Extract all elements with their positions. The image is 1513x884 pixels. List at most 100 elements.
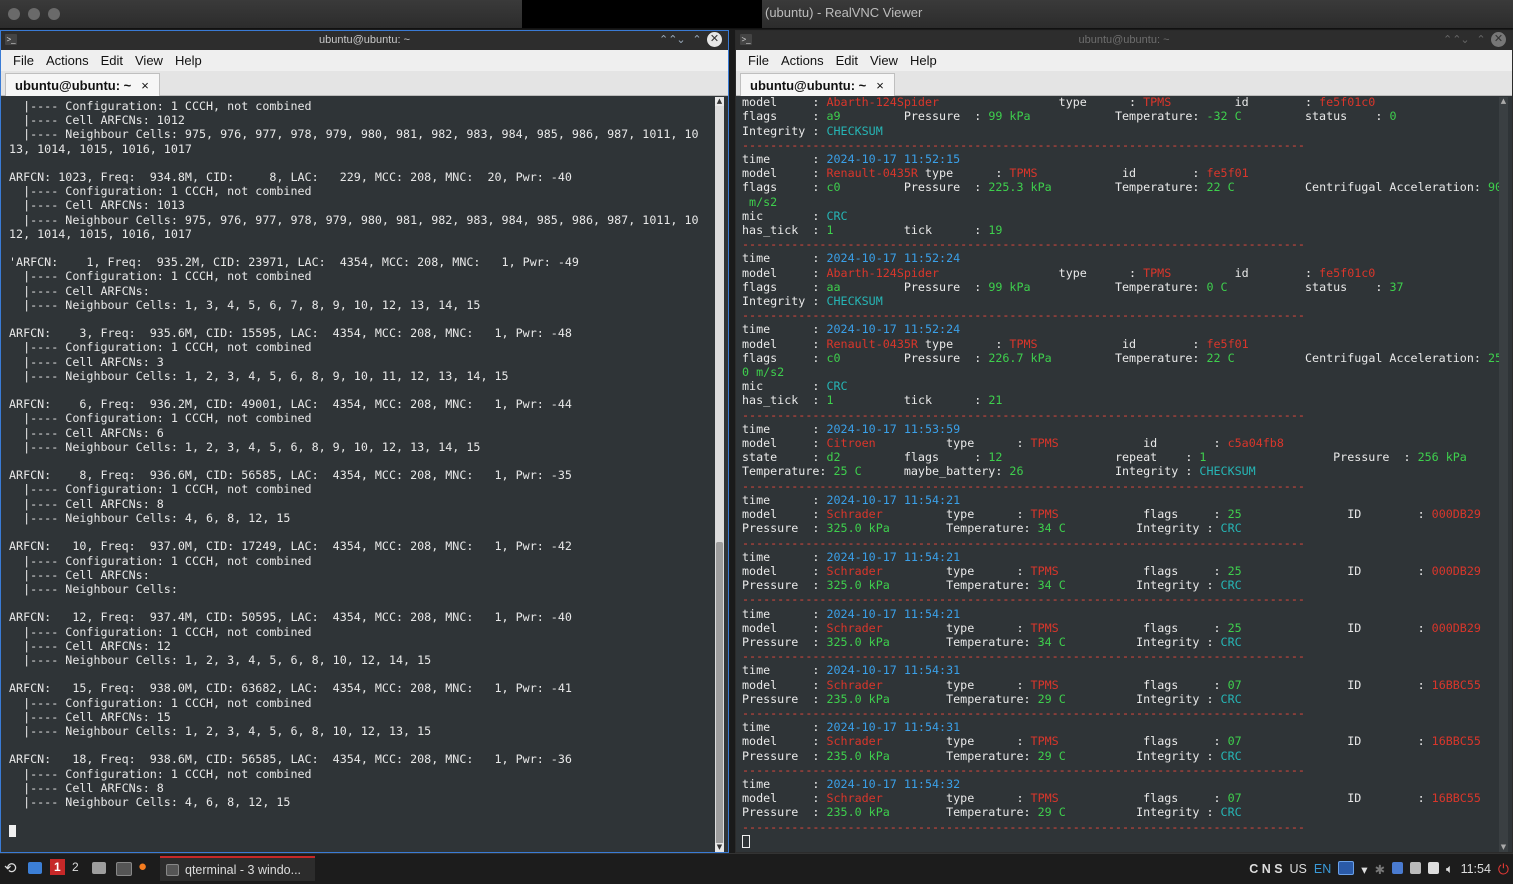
menu-edit[interactable]: Edit [830,53,864,68]
show-desktop-icon[interactable] [28,862,42,877]
menu-view[interactable]: View [864,53,904,68]
tpms-value: 2024-10-17 11:53:59 [826,421,961,436]
clipboard-icon[interactable] [1410,861,1422,877]
tpms-value: TPMS [1143,265,1172,280]
tpms-value: 26 [1009,464,1024,479]
keyboard-layout[interactable]: US [1290,862,1307,876]
tpms-label: Pressure : [742,634,827,649]
tpms-value: 325.0 kPa [826,634,890,649]
keep-above-icon[interactable]: ⌃⌃ [659,33,677,46]
menu-file[interactable]: File [7,53,40,68]
terminal-line: |---- Configuration: 1 CCCH, not combine… [9,269,312,284]
firefox-icon[interactable]: ● [138,858,147,875]
tpms-value: 99 kPa [988,109,1031,124]
menu-file[interactable]: File [742,53,775,68]
scroll-up-icon[interactable]: ▲ [715,97,724,106]
notification-icon[interactable] [1392,861,1404,877]
tpms-value: CHECKSUM [826,123,883,138]
right-window-title: ubuntu@ubuntu: ~ [1078,34,1170,46]
tpms-value: -32 C [1206,109,1242,124]
input-language[interactable]: EN [1314,862,1331,876]
tab-close-icon[interactable]: × [876,78,884,93]
menu-help[interactable]: Help [169,53,208,68]
tpms-label: flags : [1058,507,1228,522]
menu-view[interactable]: View [129,53,169,68]
minimize-icon[interactable]: ⌄ [675,33,687,46]
tpms-line: model : Citroen type : TPMS id : c5a04fb… [742,436,1498,450]
right-scrollbar[interactable]: ▲ ▼ [1499,97,1508,852]
tpms-label: Temperature: [889,521,1038,536]
tpms-label: Centrifugal Acceleration: [1234,180,1488,195]
tpms-value: fe5f01c0 [1319,265,1376,280]
minimize-icon[interactable]: ⌄ [1459,33,1471,46]
tpms-label: ID : [1241,620,1432,635]
file-manager-icon[interactable] [92,862,106,877]
tpms-label: model : [742,791,827,806]
power-icon[interactable]: ⏻ [1498,861,1509,878]
left-terminal-output[interactable]: |---- Configuration: 1 CCCH, not combine… [1,97,728,852]
tpms-value: TPMS [1030,677,1059,692]
scroll-thumb[interactable] [716,542,723,844]
menu-help[interactable]: Help [904,53,943,68]
terminal-line: |---- Configuration: 1 CCCH, not combine… [9,766,312,781]
bluetooth-icon[interactable]: ✱ [1375,862,1385,877]
tpms-value: CRC [1220,634,1242,649]
left-scrollbar[interactable]: ▲ ▼ [715,97,724,852]
tpms-value: 22 C [1206,350,1235,365]
tpms-value: Schrader [826,620,883,635]
vnc-maximize-button[interactable] [48,8,60,20]
scroll-down-icon[interactable]: ▼ [1499,843,1508,852]
tpms-value: 235.0 kPa [826,748,890,763]
tpms-label: flags : [742,279,827,294]
redacted-region [522,0,762,28]
tpms-label: flags : [742,180,827,195]
workspace-1[interactable]: 1 [50,859,65,875]
left-window-title: ubuntu@ubuntu: ~ [319,34,410,46]
record-separator: ----------------------------------------… [742,308,1305,323]
maximize-icon[interactable]: ⌃ [691,33,703,46]
tpms-value: 12 [988,450,1003,465]
network-icon[interactable]: ▾ [1361,862,1367,877]
menu-actions[interactable]: Actions [40,53,95,68]
right-terminal-output[interactable]: time : 2024-10-17 11:52:15model : Abarth… [736,97,1512,852]
keep-above-icon[interactable]: ⌃⌃ [1443,33,1461,46]
tab-close-icon[interactable]: × [141,78,149,93]
update-icon[interactable] [1428,861,1440,877]
tpms-label: model : [742,734,827,749]
clock[interactable]: 11:54 [1461,862,1491,876]
right-window-titlebar[interactable]: >_ ubuntu@ubuntu: ~ ⌃⌃ ⌄ ⌃ ✕ [736,31,1512,50]
tpms-value: CHECKSUM [826,294,883,309]
scroll-down-icon[interactable]: ▼ [715,843,724,852]
terminal-line: |---- Neighbour Cells: 4, 6, 8, 12, 15 [9,510,291,525]
taskbar-task-qterminal[interactable]: qterminal - 3 windo... [160,856,315,881]
tpms-label: id : [1171,265,1320,280]
input-method-icon[interactable] [1338,860,1355,878]
tpms-line: model : Abarth-124Spider type : TPMS id … [742,97,1498,109]
terminal-line: 'ARFCN: 1, Freq: 935.2M, CID: 23971, LAC… [9,255,579,270]
tpms-label: time : [742,421,827,436]
tpms-label: time : [742,492,827,507]
close-icon[interactable]: ✕ [707,32,722,47]
scroll-up-icon[interactable]: ▲ [1499,97,1508,106]
tpms-value: Schrader [826,734,883,749]
terminal-icon[interactable] [116,862,132,879]
close-icon[interactable]: ✕ [1491,32,1506,47]
volume-icon[interactable]: 🔈︎ [1446,862,1454,877]
right-tab[interactable]: ubuntu@ubuntu: ~ × [740,73,895,96]
vnc-minimize-button[interactable] [28,8,40,20]
left-tab[interactable]: ubuntu@ubuntu: ~ × [5,73,160,96]
left-window-titlebar[interactable]: >_ ubuntu@ubuntu: ~ ⌃⌃ ⌄ ⌃ ✕ [1,31,728,50]
menu-edit[interactable]: Edit [95,53,129,68]
tpms-line: m/s2 [742,195,1498,209]
tpms-line: time : 2024-10-17 11:54:21 [742,493,1498,507]
menu-actions[interactable]: Actions [775,53,830,68]
tpms-label: type : [882,677,1031,692]
app-launcher-icon[interactable]: ⟲ [4,859,17,877]
tpms-line: model : Schrader type : TPMS flags : 25 … [742,564,1498,578]
vnc-close-button[interactable] [8,8,20,20]
workspace-2[interactable]: 2 [72,860,79,874]
maximize-icon[interactable]: ⌃ [1475,33,1487,46]
terminal-line: ARFCN: 1023, Freq: 934.8M, CID: 8, LAC: … [9,170,572,185]
